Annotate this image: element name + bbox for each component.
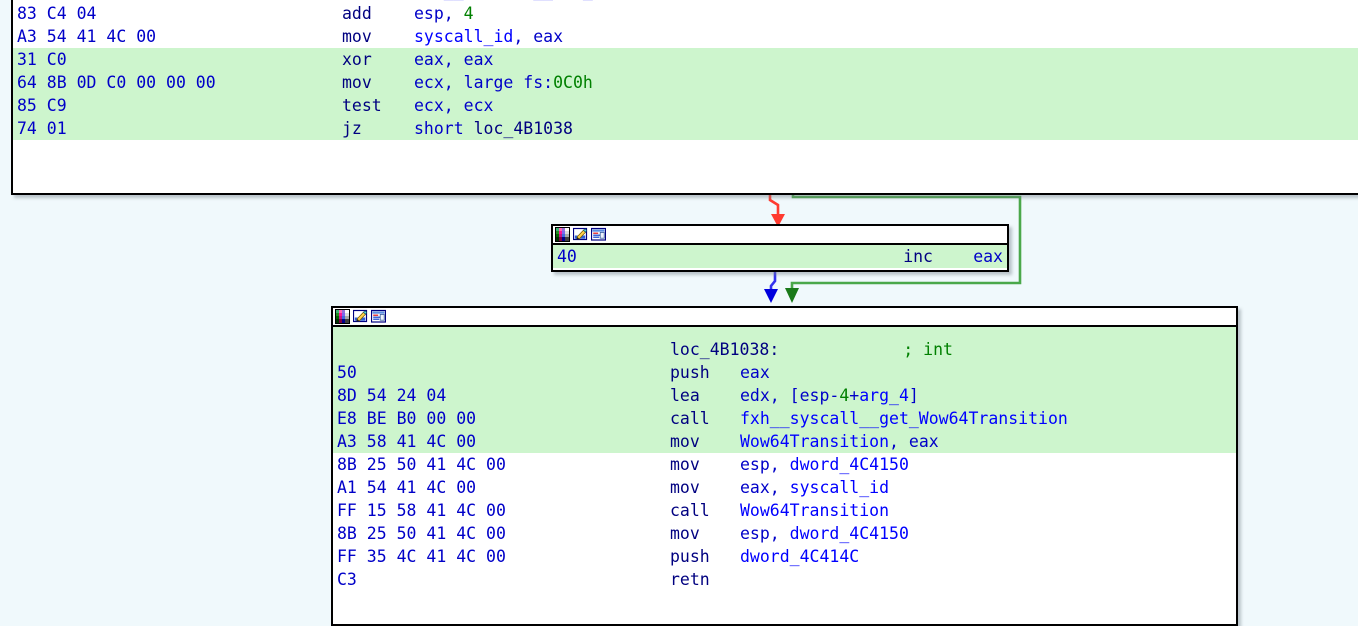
- mnemonic: mov: [670, 524, 700, 543]
- operands[interactable]: Wow64Transition, eax: [740, 430, 1236, 453]
- operands[interactable]: ecx, ecx: [414, 94, 1358, 117]
- mnemonic: inc: [903, 247, 933, 266]
- disasm-row[interactable]: A3 54 41 4C 00 mov syscall_id, eax: [13, 25, 1358, 48]
- edit-pencil-icon[interactable]: [573, 227, 588, 242]
- opcode-bytes: A3 54 41 4C 00: [17, 27, 157, 46]
- basic-block-loc-4B1038[interactable]: loc_4B1038: ; int 50 push eax 8D 54 24 04 lea e…: [331, 306, 1238, 626]
- mnemonic: retn: [670, 570, 710, 589]
- opcode-bytes: E8 BE B0 00 00: [337, 409, 477, 428]
- edge-fallthrough: [764, 272, 778, 303]
- operands[interactable]: esp, dword_4C4150: [740, 522, 1236, 545]
- block-titlebar[interactable]: [333, 308, 1236, 327]
- opcode-bytes: FF 15 58 41 4C 00: [337, 501, 506, 520]
- operands[interactable]: ecx, large fs:0C0h: [414, 71, 1358, 94]
- disasm-row[interactable]: 8B 25 50 41 4C 00 mov esp, dword_4C4150: [333, 522, 1236, 545]
- disasm-row[interactable]: FF 15 58 41 4C 00 call Wow64Transition: [333, 499, 1236, 522]
- disasm-row[interactable]: 74 01 jz short loc_4B1038: [13, 117, 1358, 140]
- mnemonic: mov: [342, 73, 372, 92]
- block-titlebar[interactable]: [553, 226, 1007, 245]
- disasm-row[interactable]: A3 58 41 4C 00 mov Wow64Transition, eax: [333, 430, 1236, 453]
- operands[interactable]: eax: [740, 361, 1236, 384]
- disasm-row[interactable]: 83 C4 04 add esp, 4: [13, 2, 1358, 25]
- operands[interactable]: esp, dword_4C4150: [740, 453, 1236, 476]
- disasm-row[interactable]: 8B 25 50 41 4C 00 mov esp, dword_4C4150: [333, 453, 1236, 476]
- opcode-bytes: 31 C0: [17, 50, 67, 69]
- opcode-bytes: A3 58 41 4C 00: [337, 432, 477, 451]
- operands[interactable]: eax: [973, 245, 1003, 268]
- disasm-row[interactable]: FF 35 4C 41 4C 00 push dword_4C414C: [333, 545, 1236, 568]
- node-layout-icon[interactable]: [371, 309, 386, 324]
- disasm-row[interactable]: C3 retn: [333, 568, 1236, 591]
- inline-comment: ; int: [903, 340, 953, 359]
- disasm-row[interactable]: 8D 54 24 04 lea edx, [esp-4+arg_4]: [333, 384, 1236, 407]
- operands[interactable]: Wow64Transition: [740, 499, 1236, 522]
- opcode-bytes: FF 35 4C 41 4C 00: [337, 547, 506, 566]
- basic-block-inc-eax[interactable]: 40 inc eax: [551, 224, 1009, 272]
- operands[interactable]: dword_4C414C: [740, 545, 1236, 568]
- mnemonic: push: [670, 363, 710, 382]
- block-rows: loc_4B1038: ; int 50 push eax 8D 54 24 04 lea e…: [333, 327, 1236, 591]
- mnemonic: call: [670, 409, 710, 428]
- opcode-bytes: 8D 54 24 04: [337, 386, 447, 405]
- operands[interactable]: esp, 4: [414, 2, 1358, 25]
- edit-pencil-icon[interactable]: [353, 309, 368, 324]
- opcode-bytes: 40: [557, 247, 577, 266]
- basic-block-entry[interactable]: 8F 05 50 41 4C 00popdword_4C4150E8 92 B4…: [11, 0, 1358, 195]
- opcode-bytes: 74 01: [17, 119, 67, 138]
- operands[interactable]: short loc_4B1038: [414, 117, 1358, 140]
- block-rows: 40 inc eax: [553, 245, 1007, 268]
- disasm-row[interactable]: 31 C0 xor eax, eax: [13, 48, 1358, 71]
- mnemonic: push: [670, 547, 710, 566]
- opcode-bytes: A1 54 41 4C 00: [337, 478, 477, 497]
- opcode-bytes: 64 8B 0D C0 00 00 00: [17, 73, 216, 92]
- opcode-bytes: 8B 25 50 41 4C 00: [337, 524, 506, 543]
- operands[interactable]: syscall_id, eax: [414, 25, 1358, 48]
- disasm-row[interactable]: 85 C9 test ecx, ecx: [13, 94, 1358, 117]
- color-palette-icon[interactable]: [335, 309, 350, 324]
- operands[interactable]: eax, eax: [414, 48, 1358, 71]
- mnemonic: lea: [670, 386, 700, 405]
- disasm-row[interactable]: 40 inc eax: [553, 245, 1007, 268]
- opcode-bytes: 50: [337, 363, 357, 382]
- mnemonic: mov: [342, 27, 372, 46]
- graph-canvas[interactable]: 8F 05 50 41 4C 00popdword_4C4150E8 92 B4…: [0, 0, 1358, 626]
- block-rows: 8F 05 50 41 4C 00popdword_4C4150E8 92 B4…: [13, 0, 1358, 140]
- disasm-row[interactable]: [333, 327, 1236, 338]
- mnemonic: jz: [342, 119, 362, 138]
- mnemonic: mov: [670, 432, 700, 451]
- mnemonic: add: [342, 4, 372, 23]
- color-palette-icon[interactable]: [555, 227, 570, 242]
- operands[interactable]: fxh__syscall__get_Wow64Transition: [740, 407, 1236, 430]
- mnemonic: mov: [670, 478, 700, 497]
- mnemonic: test: [342, 96, 382, 115]
- operands[interactable]: edx, [esp-4+arg_4]: [740, 384, 1236, 407]
- opcode-bytes: 8B 25 50 41 4C 00: [337, 455, 506, 474]
- operands[interactable]: eax, syscall_id: [740, 476, 1236, 499]
- opcode-bytes: [333, 338, 670, 361]
- node-layout-icon[interactable]: [591, 227, 606, 242]
- disasm-row[interactable]: E8 BE B0 00 00 call fxh__syscall__get_Wow6…: [333, 407, 1236, 430]
- mnemonic: call: [670, 501, 710, 520]
- opcode-bytes: 83 C4 04: [17, 4, 97, 23]
- location-label[interactable]: loc_4B1038:: [670, 338, 779, 361]
- disasm-row[interactable]: loc_4B1038: ; int: [333, 338, 1236, 361]
- mnemonic: mov: [670, 455, 700, 474]
- row-spacer: [577, 245, 903, 268]
- mnemonic: xor: [342, 50, 372, 69]
- disasm-row[interactable]: A1 54 41 4C 00 mov eax, syscall_id: [333, 476, 1236, 499]
- opcode-bytes: 85 C9: [17, 96, 67, 115]
- opcode-bytes: C3: [337, 570, 357, 589]
- disasm-row[interactable]: 50 push eax: [333, 361, 1236, 384]
- disasm-row[interactable]: 64 8B 0D C0 00 00 00 mov ecx, large fs:0C0…: [13, 71, 1358, 94]
- operands[interactable]: [740, 568, 1236, 591]
